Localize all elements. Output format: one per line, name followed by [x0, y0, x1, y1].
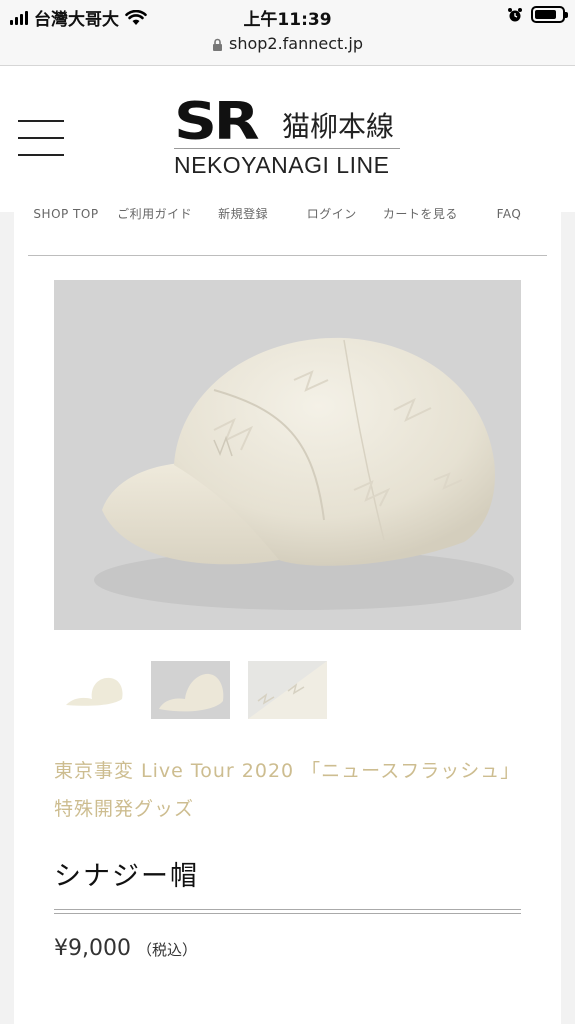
- battery-icon: [531, 6, 568, 23]
- logo-english: NEKOYANAGI LINE: [174, 152, 390, 178]
- clock: 上午11:39: [243, 10, 332, 30]
- nav-faq[interactable]: FAQ: [471, 204, 547, 255]
- lock-icon: [212, 38, 222, 51]
- url-text: shop2.fannect.jp: [228, 34, 363, 53]
- nav-guide[interactable]: ご利用ガイド: [117, 204, 193, 255]
- shop-nav: SHOP TOP ご利用ガイド 新規登録 ログイン カートを見る FAQ: [28, 207, 547, 256]
- nav-register[interactable]: 新規登録: [205, 204, 281, 255]
- thumbnail-strip: [54, 661, 327, 719]
- nav-shop-top[interactable]: SHOP TOP: [28, 204, 104, 255]
- cap-image: [94, 337, 514, 610]
- site-header: SR 猫柳本線 NEKOYANAGI LINE: [0, 66, 575, 212]
- product-title: シナジー帽: [54, 861, 199, 892]
- title-divider: [54, 909, 521, 914]
- address-bar[interactable]: shop2.fannect.jp: [0, 32, 575, 66]
- thumbnail-2[interactable]: [151, 661, 230, 719]
- product-price: ¥9,000 （税込）: [54, 936, 197, 961]
- nav-login[interactable]: ログイン: [294, 204, 370, 255]
- alarm-icon: [508, 7, 522, 21]
- menu-icon[interactable]: [18, 120, 64, 156]
- status-bar: 台灣大哥大 上午11:39: [0, 0, 575, 32]
- thumbnail-1[interactable]: [54, 661, 133, 719]
- logo-divider: [174, 148, 400, 149]
- price-value: ¥9,000: [54, 936, 131, 961]
- product-card: SHOP TOP ご利用ガイド 新規登録 ログイン カートを見る FAQ 東京事…: [14, 207, 561, 1024]
- product-series: 東京事変 Live Tour 2020 「ニュースフラッシュ」特殊開発グッズ: [54, 760, 521, 820]
- logo-mark: SR: [174, 92, 260, 152]
- thumbnail-3[interactable]: [248, 661, 327, 719]
- status-right: [507, 6, 568, 23]
- logo-japanese: 猫柳本線: [282, 110, 395, 143]
- tax-note: （税込）: [136, 941, 197, 959]
- site-logo[interactable]: SR 猫柳本線 NEKOYANAGI LINE: [174, 92, 404, 178]
- nav-cart[interactable]: カートを見る: [382, 204, 458, 255]
- product-main-image[interactable]: [54, 280, 521, 630]
